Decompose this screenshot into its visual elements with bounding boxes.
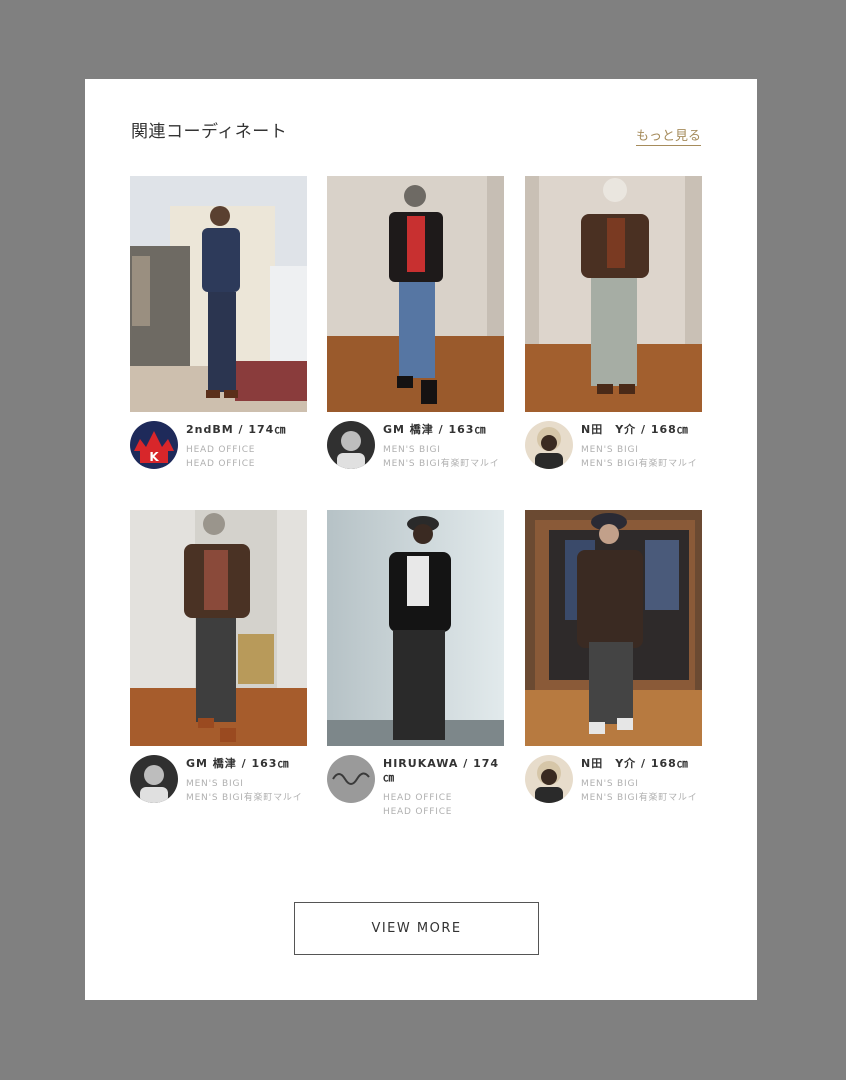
outfit-photo[interactable] [327, 510, 504, 746]
coordinate-item[interactable]: N田 Y介 / 168㎝ MEN'S BIGI MEN'S BIGI有楽町マルイ [525, 510, 702, 835]
shop-name: MEN'S BIGI有楽町マルイ [581, 459, 698, 469]
person-avatar-icon[interactable] [327, 421, 375, 469]
svg-text:K: K [149, 450, 159, 464]
shop-name: MEN'S BIGI有楽町マルイ [186, 793, 303, 803]
person-avatar-icon[interactable] [130, 755, 178, 803]
see-more-link[interactable]: もっと見る [635, 125, 701, 146]
shop-name: MEN'S BIGI有楽町マルイ [581, 793, 698, 803]
staff-name[interactable]: GM 橋津 / 163㎝ [186, 757, 306, 771]
person-avatar-icon[interactable] [525, 421, 573, 469]
coordinate-item[interactable]: GM 橋津 / 163㎝ MEN'S BIGI MEN'S BIGI有楽町マルイ [130, 510, 307, 835]
shop-name: HEAD OFFICE [383, 793, 453, 803]
view-more-button[interactable]: VIEW MORE [294, 902, 539, 955]
staff-name[interactable]: N田 Y介 / 168㎝ [581, 423, 701, 437]
shop-name: MEN'S BIGI [581, 445, 639, 455]
k-logo-avatar-icon[interactable]: K [130, 421, 178, 469]
section-title: 関連コーディネート [131, 122, 288, 142]
coordinate-item[interactable]: K 2ndBM / 174㎝ HEAD OFFICE HEAD OFFICE [130, 176, 307, 501]
related-coordinates-card: 関連コーディネート もっと見る K 2ndBM / 174㎝ HEAD OFFI… [85, 79, 757, 1000]
outfit-photo[interactable] [130, 510, 307, 746]
shop-name: HEAD OFFICE [383, 807, 453, 817]
staff-name[interactable]: N田 Y介 / 168㎝ [581, 757, 701, 771]
coordinate-item[interactable]: GM 橋津 / 163㎝ MEN'S BIGI MEN'S BIGI有楽町マルイ [327, 176, 504, 501]
coordinate-item[interactable]: N田 Y介 / 168㎝ MEN'S BIGI MEN'S BIGI有楽町マルイ [525, 176, 702, 501]
shop-name: MEN'S BIGI [383, 445, 441, 455]
shop-name: HEAD OFFICE [186, 459, 256, 469]
outfit-photo[interactable] [525, 176, 702, 412]
shop-name: MEN'S BIGI [581, 779, 639, 789]
person-avatar-icon[interactable] [525, 755, 573, 803]
shop-name: HEAD OFFICE [186, 445, 256, 455]
outfit-photo[interactable] [525, 510, 702, 746]
shop-name: MEN'S BIGI有楽町マルイ [383, 459, 500, 469]
staff-name[interactable]: 2ndBM / 174㎝ [186, 423, 306, 437]
staff-name[interactable]: GM 橋津 / 163㎝ [383, 423, 503, 437]
outfit-photo[interactable] [327, 176, 504, 412]
coordinate-item[interactable]: HIRUKAWA / 174㎝ HEAD OFFICE HEAD OFFICE [327, 510, 504, 835]
staff-name[interactable]: HIRUKAWA / 174㎝ [383, 757, 503, 785]
shop-name: MEN'S BIGI [186, 779, 244, 789]
signature-avatar-icon[interactable] [327, 755, 375, 803]
outfit-photo[interactable] [130, 176, 307, 412]
